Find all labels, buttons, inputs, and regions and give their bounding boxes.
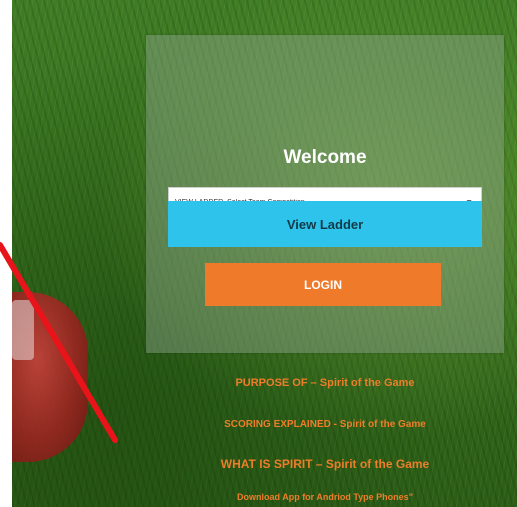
link-purpose-of-spirit[interactable]: PURPOSE OF – Spirit of the Game <box>146 377 504 389</box>
cricket-ball-seam <box>12 300 34 360</box>
link-download-app[interactable]: Download App for Andriod Type Phones" <box>146 492 504 502</box>
link-what-is-spirit[interactable]: WHAT IS SPIRIT – Spirit of the Game <box>146 457 504 471</box>
login-panel: Welcome VIEW LADDER, Select Team Competi… <box>146 35 504 353</box>
login-button[interactable]: LOGIN <box>205 263 441 306</box>
welcome-heading: Welcome <box>283 147 367 168</box>
view-ladder-button[interactable]: View Ladder <box>168 201 482 247</box>
left-margin <box>0 0 12 507</box>
link-scoring-explained[interactable]: SCORING EXPLAINED - Spirit of the Game <box>146 419 504 430</box>
